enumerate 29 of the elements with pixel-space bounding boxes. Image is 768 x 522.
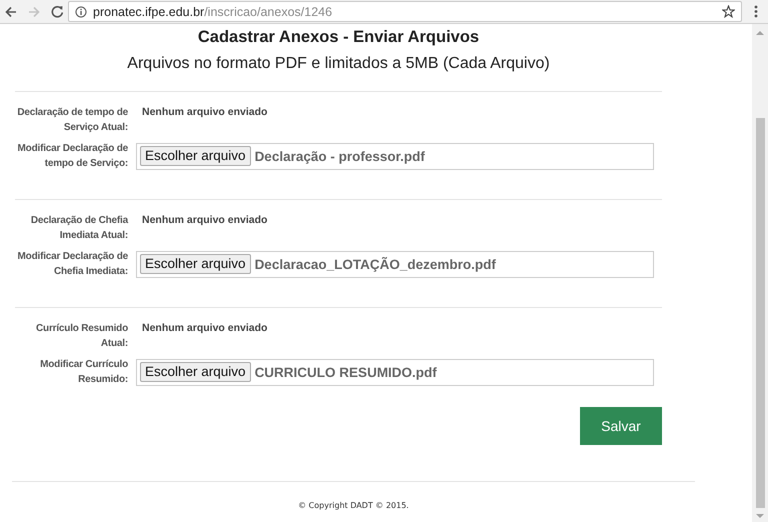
info-icon[interactable] [75, 6, 87, 18]
choose-file-button[interactable]: Escolher arquivo [140, 362, 251, 382]
file-name: CURRICULO RESUMIDO.pdf [254, 364, 437, 380]
file-input[interactable]: Escolher arquivo Declaração - professor.pdf [136, 142, 654, 170]
page-title: Cadastrar Anexos - Enviar Arquivos [196, 27, 480, 48]
reload-icon[interactable] [51, 5, 64, 18]
field-label: Modificar Currículo Resumido: [39, 358, 128, 387]
current-file-status: Nenhum arquivo enviado [142, 321, 268, 336]
file-name: Declaração - professor.pdf [254, 148, 425, 164]
star-icon[interactable] [722, 5, 735, 18]
current-file-status: Nenhum arquivo enviado [142, 213, 268, 228]
menu-icon[interactable] [754, 5, 758, 18]
field-label: Modificar Declaração de Chefia Imediata: [16, 250, 128, 279]
page-subtitle: Arquivos no formato PDF e limitados a 5MB (Cada Arquivo) [126, 54, 551, 74]
field-label: Declaração de tempo de Serviço Atual: [16, 106, 128, 135]
url-text: pronatec.ifpe.edu.br/inscricao/anexos/1246 [93, 4, 332, 18]
file-input[interactable]: Escolher arquivo CURRICULO RESUMIDO.pdf [136, 358, 654, 386]
file-name: Declaracao_LOTAÇÃO_dezembro.pdf [254, 256, 496, 272]
field-label: Modificar Declaração de tempo de Serviço: [16, 142, 128, 171]
file-input[interactable]: Escolher arquivo Declaracao_LOTAÇÃO_dezembro.pdf [136, 250, 654, 278]
field-label: Currículo Resumido Atual: [35, 322, 128, 351]
save-button[interactable]: Salvar [580, 407, 662, 445]
current-file-status: Nenhum arquivo enviado [142, 105, 268, 120]
address-bar[interactable]: pronatec.ifpe.edu.br/inscricao/anexos/1246 [68, 1, 742, 22]
field-label: Declaração de Chefia Imediata Atual: [30, 214, 128, 243]
back-icon[interactable] [5, 6, 17, 18]
choose-file-button[interactable]: Escolher arquivo [140, 254, 251, 274]
copyright-text: © Copyright DADT © 2015. [298, 501, 409, 510]
choose-file-button[interactable]: Escolher arquivo [140, 146, 251, 166]
